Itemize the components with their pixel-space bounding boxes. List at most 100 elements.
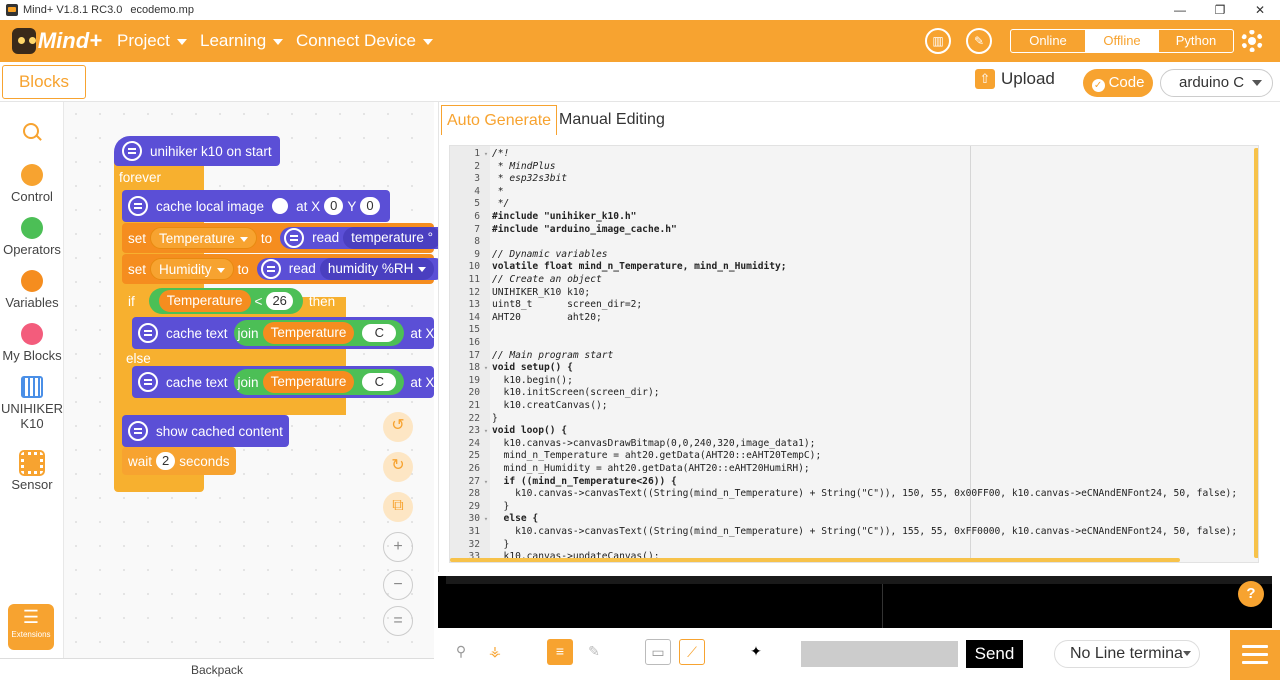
upload-button[interactable]: ⇧ Upload: [975, 69, 1055, 89]
board-select[interactable]: arduino C: [1160, 69, 1273, 97]
variable-dropdown[interactable]: Humidity: [150, 258, 234, 280]
code-text: AHT20 aht20;: [492, 311, 602, 323]
blocks-tab[interactable]: Blocks: [2, 65, 86, 99]
serial-send-input[interactable]: [801, 641, 958, 667]
category-label: Control: [11, 189, 53, 204]
community-icon[interactable]: ▥: [925, 28, 951, 54]
show-cached-block[interactable]: show cached content: [122, 415, 289, 447]
line-number: 32: [468, 538, 480, 550]
fold-icon[interactable]: ▾: [480, 362, 492, 375]
menu-connect-device[interactable]: Connect Device: [296, 20, 434, 62]
edit-icon[interactable]: ✎: [966, 28, 992, 54]
text-mode-icon[interactable]: ▭: [645, 639, 671, 665]
category-my-blocks[interactable]: My Blocks: [0, 323, 64, 363]
help-icon[interactable]: ?: [1238, 581, 1264, 607]
fold-icon[interactable]: ▾: [480, 476, 492, 489]
maximize-button[interactable]: ❐: [1200, 0, 1240, 20]
x-input[interactable]: 0: [324, 197, 344, 215]
code-line: 19 k10.begin();: [450, 375, 1258, 388]
hamburger-menu-icon[interactable]: [1230, 630, 1280, 680]
crop-icon[interactable]: ⧉: [383, 492, 413, 522]
usb-icon[interactable]: ⚲: [448, 639, 474, 665]
join-operator[interactable]: join Temperature C: [233, 320, 405, 346]
zoom-in-icon[interactable]: +: [383, 532, 413, 562]
vertical-scrollbar[interactable]: [1254, 148, 1258, 558]
redo-icon[interactable]: ↻: [383, 452, 413, 482]
code-label: Code: [1108, 74, 1145, 91]
hex-mode-icon[interactable]: ⟋: [679, 639, 705, 665]
variable-reporter[interactable]: Temperature: [262, 322, 355, 344]
set-label: set: [128, 230, 147, 246]
y-input[interactable]: 0: [360, 197, 380, 215]
undo-icon[interactable]: ↺: [383, 412, 413, 442]
join-label: join: [237, 325, 259, 341]
settings-gear-icon[interactable]: [1241, 30, 1263, 52]
category-sensor[interactable]: Sensor: [0, 450, 64, 492]
less-than-operator[interactable]: Temperature < 26: [148, 288, 303, 314]
join-operator[interactable]: join Temperature C: [233, 369, 405, 395]
code-toggle[interactable]: ✓ Code: [1083, 69, 1153, 97]
sensor-dropdown[interactable]: humidity %RH: [319, 258, 435, 280]
minimize-button[interactable]: —: [1160, 0, 1200, 20]
string-input[interactable]: C: [362, 373, 397, 391]
send-button[interactable]: Send: [966, 640, 1023, 668]
tab-auto-generate[interactable]: Auto Generate: [441, 105, 558, 135]
variable-reporter[interactable]: Temperature: [262, 371, 355, 393]
horizontal-scrollbar[interactable]: [450, 558, 1180, 562]
fold-icon[interactable]: ▾: [480, 425, 492, 438]
close-button[interactable]: ✕: [1240, 0, 1280, 20]
category-unihiker-k10[interactable]: UNIHIKER K10: [0, 376, 64, 431]
scroll-lock-icon[interactable]: ≡: [547, 639, 573, 665]
menu-project[interactable]: Project: [117, 20, 187, 62]
mode-online[interactable]: Online: [1011, 30, 1085, 52]
search-icon[interactable]: [23, 123, 39, 139]
tab-manual-editing[interactable]: Manual Editing: [554, 105, 670, 135]
if-block[interactable]: if Temperature < 26 then: [122, 286, 341, 316]
usb-connect-icon[interactable]: ⚶: [482, 639, 508, 665]
code-editor[interactable]: 1 ▾/*! 2 * MindPlus 3 * esp32s3bit 4 * 5 */6 #…: [449, 145, 1259, 563]
backpack-bar[interactable]: Backpack: [0, 658, 434, 680]
sensor-dropdown[interactable]: temperature °: [343, 227, 442, 249]
fold-icon[interactable]: ▾: [480, 513, 492, 526]
upload-label: Upload: [1001, 69, 1055, 88]
serial-header: [446, 576, 1272, 584]
line-number: 22: [468, 412, 480, 424]
cache-text-block[interactable]: cache text join Temperature C at X:: [132, 317, 438, 349]
fold-icon[interactable]: ▾: [480, 148, 492, 161]
extensions-button[interactable]: ☰ Extensions: [8, 604, 54, 650]
cache-image-block[interactable]: cache local image at X 0 Y 0: [122, 190, 390, 222]
image-settings-icon[interactable]: [272, 198, 289, 214]
code-text: void loop() {: [492, 425, 568, 437]
line-number: 30: [468, 513, 480, 525]
wait-block[interactable]: wait 2 seconds: [122, 447, 236, 475]
category-control[interactable]: Control: [0, 164, 64, 204]
mode-python[interactable]: Python: [1159, 30, 1233, 52]
on-start-hat-block[interactable]: unihiker k10 on start: [114, 136, 280, 166]
string-input[interactable]: C: [362, 324, 397, 342]
category-variables[interactable]: Variables: [0, 270, 64, 310]
block-workspace[interactable]: unihiker k10 on start forever cache loca…: [64, 102, 454, 658]
file-name: ecodemo.mp: [130, 4, 194, 16]
line-number: 25: [468, 450, 480, 462]
line-ending-select[interactable]: No Line termina: [1054, 640, 1200, 668]
menu-learning[interactable]: Learning: [200, 20, 284, 62]
clear-output-icon[interactable]: ✎: [581, 639, 607, 665]
variable-dropdown[interactable]: Temperature: [150, 227, 257, 249]
mode-offline[interactable]: Offline: [1085, 30, 1159, 52]
wait-value[interactable]: 2: [156, 452, 176, 470]
serial-tool-icon[interactable]: ✦: [743, 639, 769, 665]
join-label: join: [237, 374, 259, 390]
zoom-out-icon[interactable]: −: [383, 570, 413, 600]
set-temperature-block[interactable]: set Temperature to read temperature °: [122, 223, 454, 253]
set-humidity-block[interactable]: set Humidity to read humidity %RH: [122, 254, 447, 284]
robot-logo-icon: [12, 28, 36, 54]
variable-reporter[interactable]: Temperature: [158, 290, 251, 312]
compare-value[interactable]: 26: [266, 292, 293, 310]
line-number: 31: [468, 526, 480, 537]
cache-text-block[interactable]: cache text join Temperature C at X:: [132, 366, 438, 398]
code-text: // Main program start: [492, 349, 614, 361]
code-text: k10.initScreen(screen_dir);: [492, 387, 660, 399]
wait-label: wait: [128, 453, 153, 469]
reset-zoom-icon[interactable]: =: [383, 606, 413, 636]
category-operators[interactable]: Operators: [0, 217, 64, 257]
